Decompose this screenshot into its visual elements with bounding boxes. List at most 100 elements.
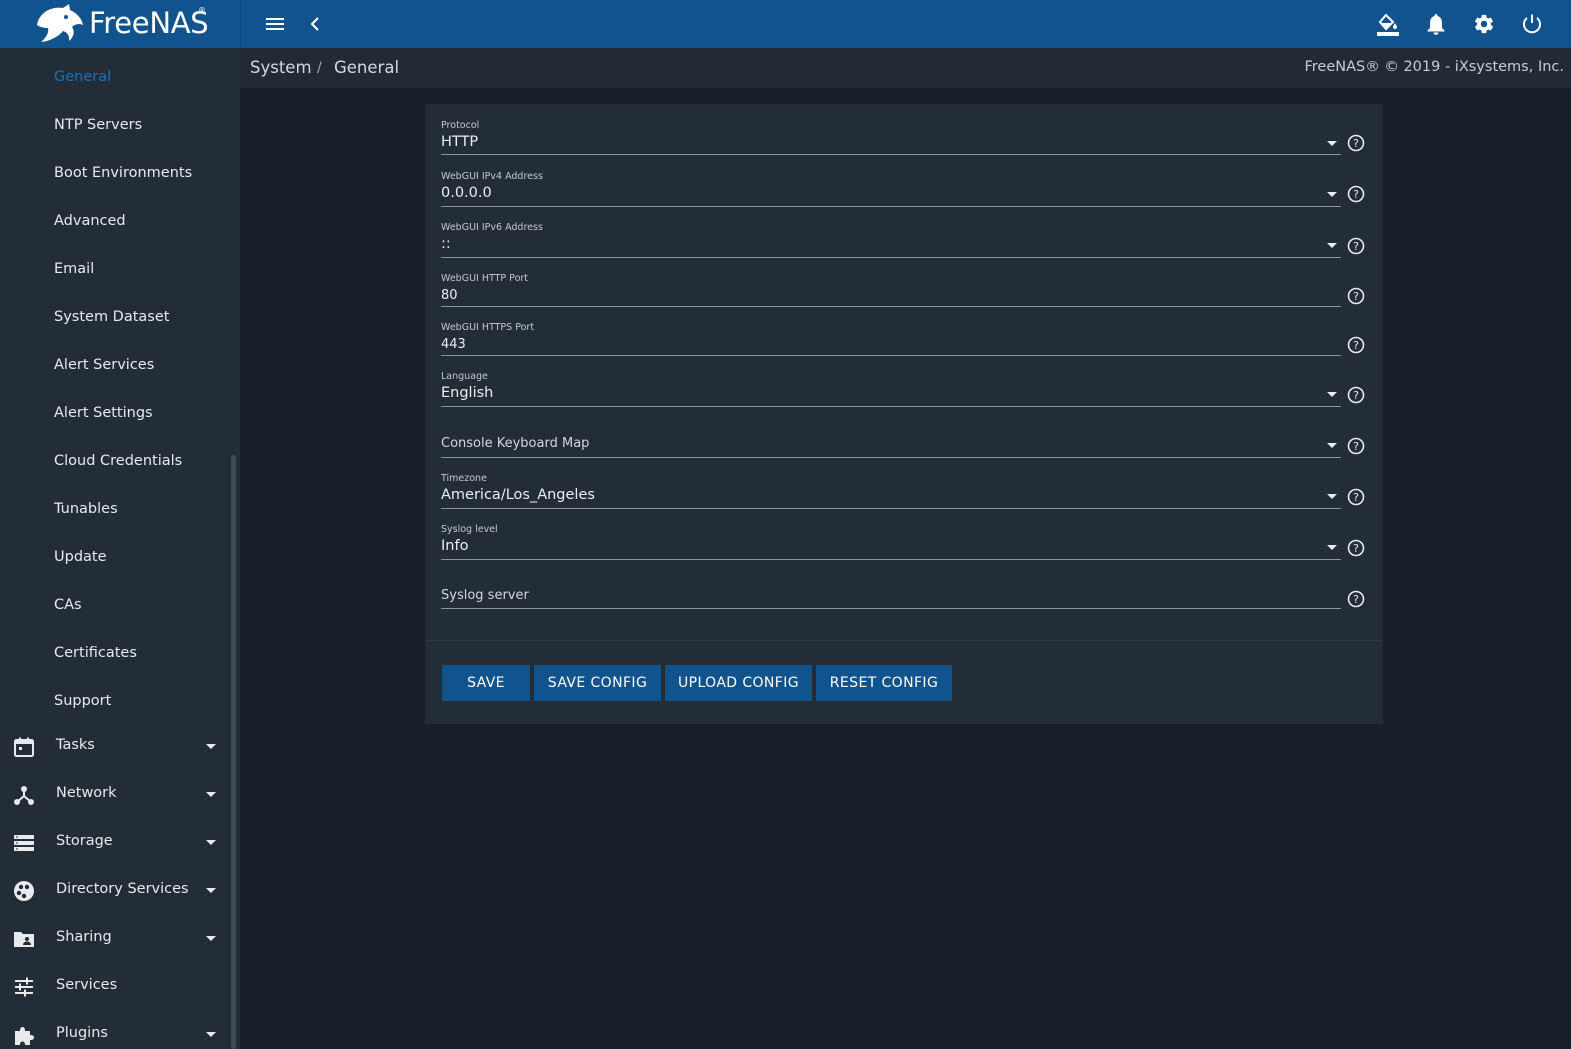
- notifications-button[interactable]: [1422, 10, 1450, 38]
- logo-registered-mark: ®: [198, 6, 206, 15]
- field-label: Timezone: [441, 473, 487, 484]
- sidebar-item-email[interactable]: Email: [54, 257, 94, 281]
- http-port-input[interactable]: WebGUI HTTP Port 80: [441, 273, 1341, 309]
- sidebar-item-storage[interactable]: Storage: [0, 823, 232, 863]
- field-value: 443: [441, 337, 466, 352]
- help-icon[interactable]: ?: [1347, 287, 1365, 305]
- svg-text:?: ?: [1353, 240, 1359, 253]
- timezone-select[interactable]: Timezone America/Los_Angeles: [441, 473, 1341, 509]
- sidebar-item-tunables[interactable]: Tunables: [54, 497, 118, 521]
- caret-down-icon: [1327, 392, 1337, 397]
- form-divider: [425, 640, 1383, 641]
- sidebar-item-alert-services[interactable]: Alert Services: [54, 353, 154, 377]
- field-placeholder: Console Keyboard Map: [441, 436, 590, 451]
- svg-text:?: ?: [1353, 290, 1359, 303]
- sidebar-scrollbar[interactable]: [231, 455, 236, 1049]
- bell-icon: [1427, 14, 1445, 35]
- svg-text:?: ?: [1353, 389, 1359, 402]
- help-icon[interactable]: ?: [1347, 237, 1365, 255]
- save-button[interactable]: SAVE: [442, 665, 530, 701]
- puzzle-icon: [15, 1027, 34, 1045]
- save-config-button[interactable]: SAVE CONFIG: [534, 665, 661, 701]
- sidebar-item-network[interactable]: Network: [0, 775, 232, 815]
- sidebar-item-plugins[interactable]: Plugins: [0, 1015, 232, 1049]
- help-icon[interactable]: ?: [1347, 539, 1365, 557]
- field-value: Info: [441, 538, 469, 554]
- logo[interactable]: FreeNAS ®: [0, 0, 241, 48]
- sidebar-item-ntp-servers[interactable]: NTP Servers: [54, 113, 142, 137]
- https-port-input[interactable]: WebGUI HTTPS Port 443: [441, 322, 1341, 358]
- caret-down-icon: [206, 840, 216, 845]
- power-button[interactable]: [1518, 10, 1546, 38]
- field-underline: [441, 406, 1341, 407]
- sidebar-item-cas[interactable]: CAs: [54, 593, 82, 617]
- sidebar-item-general[interactable]: General: [54, 65, 111, 89]
- network-icon: [14, 786, 34, 805]
- field-underline: [441, 257, 1341, 258]
- breadcrumb-parent[interactable]: System: [250, 58, 312, 77]
- help-icon[interactable]: ?: [1347, 488, 1365, 506]
- sidebar-item-support[interactable]: Support: [54, 689, 111, 713]
- help-icon[interactable]: ?: [1347, 590, 1365, 608]
- svg-text:?: ?: [1353, 593, 1359, 606]
- chevron-left-icon: [310, 17, 319, 31]
- ipv6-address-select[interactable]: WebGUI IPv6 Address ::: [441, 222, 1341, 258]
- ipv4-address-select[interactable]: WebGUI IPv4 Address 0.0.0.0: [441, 171, 1341, 207]
- caret-down-icon: [1327, 192, 1337, 197]
- freenas-shark-logo-icon: [37, 4, 83, 42]
- svg-text:?: ?: [1353, 188, 1359, 201]
- field-underline: [441, 559, 1341, 560]
- sidebar-item-update[interactable]: Update: [54, 545, 107, 569]
- field-label: Language: [441, 371, 488, 382]
- calendar-icon: [14, 737, 34, 757]
- sidebar-item-tasks[interactable]: Tasks: [0, 727, 232, 767]
- upload-config-button[interactable]: UPLOAD CONFIG: [665, 665, 812, 701]
- field-value: English: [441, 385, 494, 401]
- console-keyboard-map-select[interactable]: Console Keyboard Map: [441, 422, 1341, 458]
- services-sliders-icon: [15, 977, 33, 997]
- help-icon[interactable]: ?: [1347, 185, 1365, 203]
- syslog-level-select[interactable]: Syslog level Info: [441, 524, 1341, 560]
- sidebar-item-certificates[interactable]: Certificates: [54, 641, 137, 665]
- field-placeholder: Syslog server: [441, 588, 529, 603]
- directory-services-icon: [14, 881, 34, 901]
- sidebar-item-cloud-credentials[interactable]: Cloud Credentials: [54, 449, 182, 473]
- sidebar-item-advanced[interactable]: Advanced: [54, 209, 126, 233]
- sidebar-item-system-dataset[interactable]: System Dataset: [54, 305, 169, 329]
- top-bar: FreeNAS ®: [0, 0, 1571, 48]
- syslog-server-input[interactable]: Syslog server: [441, 574, 1341, 610]
- help-icon[interactable]: ?: [1347, 437, 1365, 455]
- sidebar-item-label: Services: [56, 977, 118, 993]
- field-label: WebGUI HTTPS Port: [441, 322, 535, 333]
- field-value: ::: [441, 236, 451, 252]
- protocol-select[interactable]: Protocol HTTP: [441, 120, 1341, 156]
- caret-down-icon: [1327, 545, 1337, 550]
- language-select[interactable]: Language English: [441, 371, 1341, 407]
- help-icon[interactable]: ?: [1347, 386, 1365, 404]
- help-icon[interactable]: ?: [1347, 134, 1365, 152]
- sidebar-item-boot-environments[interactable]: Boot Environments: [54, 161, 192, 185]
- help-icon[interactable]: ?: [1347, 336, 1365, 354]
- collapse-sidebar-button[interactable]: [301, 10, 329, 38]
- sidebar-item-alert-settings[interactable]: Alert Settings: [54, 401, 153, 425]
- theme-button[interactable]: [1374, 10, 1402, 38]
- caret-down-icon: [1327, 243, 1337, 248]
- sidebar-item-label: Plugins: [56, 1025, 108, 1041]
- settings-button[interactable]: [1470, 10, 1498, 38]
- caret-down-icon: [206, 1032, 216, 1037]
- field-value: 80: [441, 288, 458, 303]
- menu-button[interactable]: [261, 10, 289, 38]
- field-underline: [441, 206, 1341, 207]
- reset-config-button[interactable]: RESET CONFIG: [816, 665, 952, 701]
- storage-icon: [14, 835, 34, 851]
- sidebar-item-services[interactable]: Services: [0, 967, 232, 1007]
- field-value: America/Los_Angeles: [441, 487, 595, 503]
- field-underline: [441, 355, 1341, 356]
- sidebar-item-directory-services[interactable]: Directory Services: [0, 871, 232, 911]
- sidebar-item-sharing[interactable]: Sharing: [0, 919, 232, 959]
- breadcrumb-current: General: [334, 58, 400, 77]
- svg-text:?: ?: [1353, 440, 1359, 453]
- svg-text:?: ?: [1353, 137, 1359, 150]
- svg-text:?: ?: [1353, 339, 1359, 352]
- field-label: Protocol: [441, 120, 480, 131]
